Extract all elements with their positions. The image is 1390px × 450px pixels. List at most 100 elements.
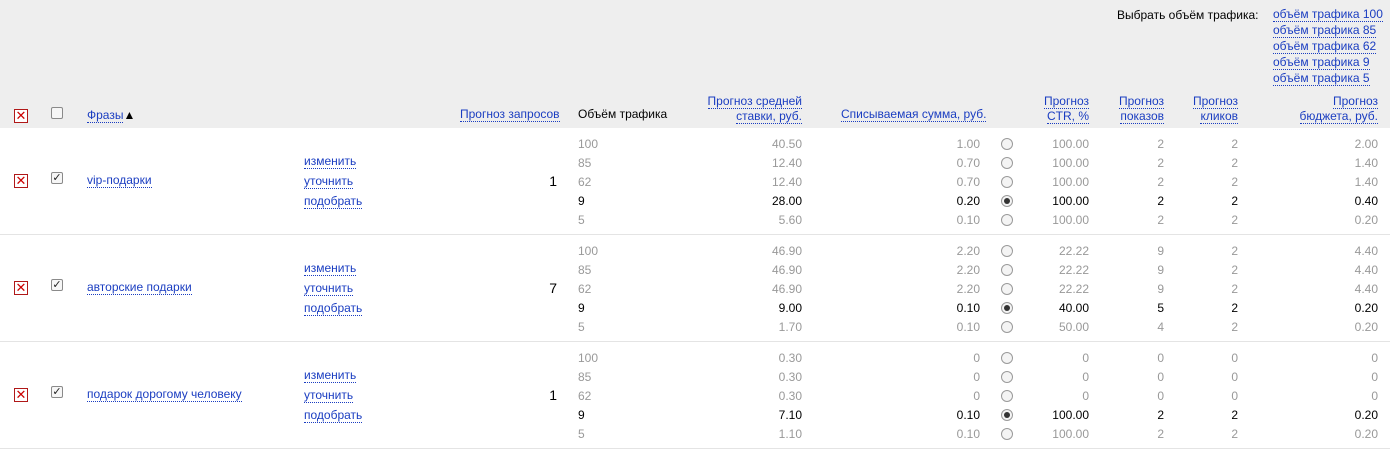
ctr-cell: 100.00 <box>1052 175 1089 189</box>
phrases-sort-header[interactable]: Фразы▲ <box>87 108 135 123</box>
phrase-checkbox[interactable]: ✓ <box>51 279 63 291</box>
traffic-cell: 100 <box>578 244 599 258</box>
refine-link[interactable]: уточнить <box>304 175 354 189</box>
pick-link[interactable]: подобрать <box>304 409 363 423</box>
change-link[interactable]: изменить <box>304 262 357 276</box>
budget-header-line1[interactable]: Прогноз <box>1332 95 1378 109</box>
traffic-radio[interactable] <box>1001 371 1013 383</box>
shows-header-line2[interactable]: показов <box>1120 110 1164 124</box>
select-all-checkbox[interactable] <box>51 107 63 119</box>
phrase-checkbox[interactable]: ✓ <box>51 386 63 398</box>
charge-column: 1.00 0.70 0.70 0.20 0.10 <box>880 135 980 230</box>
clicks-header[interactable]: Прогноз кликов <box>1168 94 1238 124</box>
bid-cell: 9.00 <box>778 301 802 315</box>
traffic-cell: 100 <box>578 351 599 365</box>
budget-column: 2.00 1.40 1.40 0.40 0.20 <box>1270 135 1378 230</box>
traffic-option-5[interactable]: объём трафика 5 <box>1273 72 1370 86</box>
requests-count: 1 <box>549 387 557 403</box>
shows-cell: 2 <box>1157 194 1164 208</box>
clicks-header-line1[interactable]: Прогноз <box>1192 95 1238 109</box>
budget-column: 4.40 4.40 4.40 0.20 0.20 <box>1270 242 1378 337</box>
shows-cell: 4 <box>1157 320 1164 334</box>
delete-phrase-icon[interactable]: ✕ <box>14 281 28 295</box>
budget-cell: 4.40 <box>1354 244 1378 258</box>
traffic-radio[interactable] <box>1001 428 1013 440</box>
clicks-header-line2[interactable]: кликов <box>1200 110 1238 124</box>
bid-cell: 1.70 <box>778 320 802 334</box>
clicks-cell: 2 <box>1231 408 1238 422</box>
bid-cell: 46.90 <box>771 282 802 296</box>
traffic-cell: 62 <box>578 389 592 403</box>
budget-cell: 0 <box>1371 351 1378 365</box>
ctr-cell: 100.00 <box>1052 427 1089 441</box>
budget-cell: 0.20 <box>1354 320 1378 334</box>
change-link[interactable]: изменить <box>304 155 357 169</box>
ctr-header[interactable]: Прогноз CTR, % <box>1019 94 1089 124</box>
avg-bid-header[interactable]: Прогноз средней ставки, руб. <box>662 94 802 124</box>
phrase-link[interactable]: подарок дорогому человеку <box>87 388 242 402</box>
budget-column: 0 0 0 0.20 0.20 <box>1270 349 1378 444</box>
budget-header[interactable]: Прогноз бюджета, руб. <box>1258 94 1378 124</box>
ctr-header-line1[interactable]: Прогноз <box>1043 95 1089 109</box>
phrase-link[interactable]: авторские подарки <box>87 281 192 295</box>
delete-phrase-icon[interactable]: ✕ <box>14 388 28 402</box>
charged-amount-header[interactable]: Списываемая сумма, руб. <box>841 108 987 122</box>
shows-header[interactable]: Прогноз показов <box>1094 94 1164 124</box>
budget-header-line2[interactable]: бюджета, руб. <box>1299 110 1378 124</box>
shows-cell: 5 <box>1157 301 1164 315</box>
ctr-cell: 0 <box>1082 389 1089 403</box>
phrase-actions: изменить уточнить подобрать <box>304 369 363 429</box>
clicks-cell: 2 <box>1231 175 1238 189</box>
charge-cell: 0.10 <box>956 427 980 441</box>
ctr-cell: 100.00 <box>1052 408 1089 422</box>
pick-link[interactable]: подобрать <box>304 302 363 316</box>
charge-cell: 0.10 <box>956 213 980 227</box>
budget-cell: 0.40 <box>1354 194 1378 208</box>
phrase-link[interactable]: vip-подарки <box>87 174 152 188</box>
shows-cell: 2 <box>1157 156 1164 170</box>
traffic-option-85[interactable]: объём трафика 85 <box>1273 24 1377 38</box>
charge-cell: 0 <box>973 370 980 384</box>
traffic-option-62[interactable]: объём трафика 62 <box>1273 40 1377 54</box>
traffic-option-100[interactable]: объём трафика 100 <box>1273 8 1383 22</box>
row-separator <box>0 448 1390 449</box>
traffic-radio[interactable] <box>1001 176 1013 188</box>
delete-phrase-icon[interactable]: ✕ <box>14 174 28 188</box>
budget-cell: 4.40 <box>1354 282 1378 296</box>
bid-cell: 0.30 <box>778 370 802 384</box>
clicks-column: 0 0 0 2 2 <box>1178 349 1238 444</box>
traffic-radio[interactable] <box>1001 390 1013 402</box>
change-link[interactable]: изменить <box>304 369 357 383</box>
budget-cell: 2.00 <box>1354 137 1378 151</box>
avg-bid-header-line1[interactable]: Прогноз средней <box>707 95 802 109</box>
avg-bid-header-line2[interactable]: ставки, руб. <box>736 110 802 124</box>
pick-link[interactable]: подобрать <box>304 195 363 209</box>
traffic-radio[interactable] <box>1001 157 1013 169</box>
traffic-radio[interactable] <box>1001 138 1013 150</box>
phrases-header[interactable]: Фразы <box>87 108 124 123</box>
traffic-radio[interactable] <box>1001 283 1013 295</box>
shows-header-line1[interactable]: Прогноз <box>1118 95 1164 109</box>
traffic-radio[interactable] <box>1001 245 1013 257</box>
budget-cell: 1.40 <box>1354 175 1378 189</box>
traffic-radio[interactable] <box>1001 321 1013 333</box>
traffic-radio[interactable] <box>1001 409 1013 421</box>
delete-all-icon[interactable]: ✕ <box>14 109 28 123</box>
refine-link[interactable]: уточнить <box>304 389 354 403</box>
traffic-radio[interactable] <box>1001 264 1013 276</box>
ctr-header-line2[interactable]: CTR, % <box>1047 110 1089 124</box>
clicks-cell: 2 <box>1231 137 1238 151</box>
shows-cell: 9 <box>1157 244 1164 258</box>
forecast-requests-header[interactable]: Прогноз запросов <box>460 108 560 122</box>
budget-cell: 0.20 <box>1354 301 1378 315</box>
traffic-option-9[interactable]: объём трафика 9 <box>1273 56 1370 70</box>
traffic-radio[interactable] <box>1001 352 1013 364</box>
ctr-cell: 22.22 <box>1058 244 1089 258</box>
bid-cell: 12.40 <box>771 156 802 170</box>
traffic-radio[interactable] <box>1001 214 1013 226</box>
phrase-checkbox[interactable]: ✓ <box>51 172 63 184</box>
bid-cell: 1.10 <box>778 427 802 441</box>
traffic-radio[interactable] <box>1001 195 1013 207</box>
refine-link[interactable]: уточнить <box>304 282 354 296</box>
traffic-radio[interactable] <box>1001 302 1013 314</box>
